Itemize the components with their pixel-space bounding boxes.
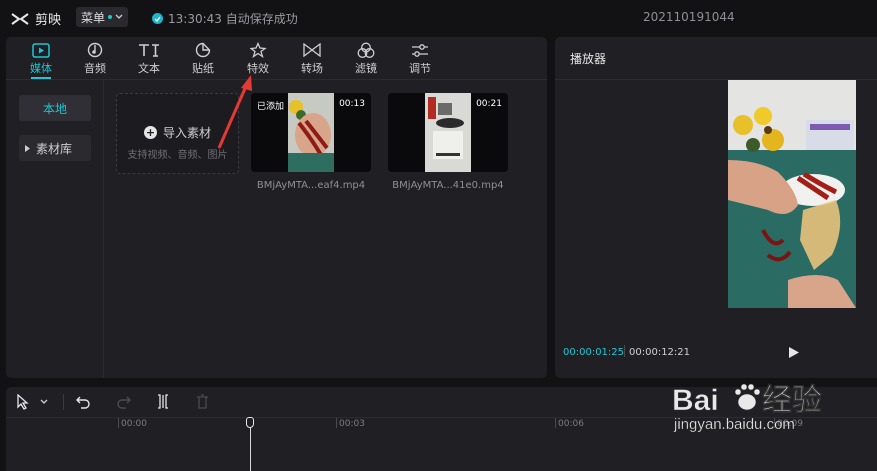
menu-button[interactable]: 菜单 (76, 7, 128, 27)
player-panel: 播放器 00:00:01:25 00:00:12:21 (555, 37, 877, 378)
media-icon (32, 42, 50, 58)
active-tab-indicator (31, 77, 51, 79)
audio-icon (87, 42, 103, 58)
tab-label: 文本 (138, 62, 160, 75)
ruler-tick (555, 418, 556, 428)
tab-adjust[interactable]: 调节 (396, 40, 444, 76)
tab-label: 媒体 (30, 62, 52, 75)
autosave-status: 13:30:43 自动保存成功 (152, 10, 298, 27)
tab-label: 转场 (301, 62, 323, 75)
material-toolbar: 媒体 音频 文本 贴纸 特效 转场 滤镜 调节 (6, 37, 547, 80)
text-icon (139, 44, 159, 57)
tab-effects[interactable]: 特效 (234, 40, 282, 76)
filter-icon (357, 42, 375, 58)
undo-icon[interactable] (76, 394, 91, 409)
plus-icon: + (143, 126, 157, 139)
project-name: 202110191044 (643, 10, 735, 24)
time-separator (624, 345, 625, 357)
media-panel: 媒体 音频 文本 贴纸 特效 转场 滤镜 调节 本地 素材库 + 导入素材 支持… (6, 37, 547, 378)
tab-filter[interactable]: 滤镜 (342, 40, 390, 76)
toolbar-divider (63, 394, 64, 410)
app-logo: 剪映 (10, 9, 61, 28)
chevron-down-icon (115, 14, 123, 19)
clip-filename: BMjAyMTA...eaf4.mp4 (256, 180, 366, 191)
sidebar-item-library[interactable]: 素材库 (19, 135, 91, 161)
current-time: 00:00:01:25 (563, 347, 625, 358)
sidebar-item-local[interactable]: 本地 (19, 95, 91, 121)
ruler-label: 00:06 (558, 419, 584, 429)
top-bar (0, 0, 877, 36)
tab-audio[interactable]: 音频 (71, 40, 119, 76)
ruler-label: 00:00 (121, 419, 147, 429)
delete-icon[interactable] (196, 394, 209, 409)
play-icon[interactable] (788, 346, 800, 359)
split-icon[interactable] (156, 394, 170, 409)
clip-duration: 00:13 (339, 99, 365, 109)
ruler-tick (118, 418, 119, 428)
tab-media[interactable]: 媒体 (17, 40, 65, 79)
baidu-paw-logo: Bai 经验 jingyan.baidu.com (672, 383, 823, 433)
caret-right-icon (25, 144, 30, 152)
media-clip[interactable]: 已添加 00:13 (251, 93, 371, 172)
tab-label: 调节 (409, 62, 431, 75)
menu-label: 菜单 (80, 10, 105, 25)
annotation-arrow (217, 75, 252, 149)
autosave-text: 13:30:43 自动保存成功 (168, 12, 298, 26)
transition-icon (303, 43, 321, 57)
app-name: 剪映 (35, 13, 62, 28)
clip-duration: 00:21 (476, 99, 502, 109)
total-time: 00:00:12:21 (629, 347, 691, 358)
player-title: 播放器 (570, 52, 607, 66)
ruler-label: 00:03 (339, 419, 365, 429)
svg-text:经验: 经验 (762, 383, 822, 417)
sidebar-item-label: 素材库 (36, 141, 73, 156)
notification-dot (108, 15, 112, 19)
playhead-handle[interactable] (246, 417, 254, 428)
sticker-icon (195, 42, 211, 58)
check-icon (152, 13, 163, 24)
clip-filename: BMjAyMTA...41e0.mp4 (392, 180, 504, 191)
video-preview[interactable] (728, 80, 856, 308)
added-badge: 已添加 (257, 102, 285, 112)
effects-icon (249, 42, 267, 58)
redo-icon[interactable] (116, 394, 131, 409)
sidebar-item-label: 本地 (42, 101, 67, 116)
media-sidebar: 本地 素材库 (6, 80, 104, 378)
svg-text:jingyan.baidu.com: jingyan.baidu.com (673, 416, 795, 432)
ruler-tick (336, 418, 337, 428)
capcut-logo-icon (11, 12, 29, 25)
select-cursor-icon[interactable] (16, 394, 30, 410)
svg-text:Bai: Bai (672, 384, 719, 417)
adjust-icon (412, 43, 428, 57)
media-clip[interactable]: 00:21 (388, 93, 508, 172)
tab-sticker[interactable]: 贴纸 (179, 40, 227, 76)
baidu-watermark: Bai 经验 jingyan.baidu.com (670, 376, 875, 435)
tab-text[interactable]: 文本 (125, 40, 173, 76)
import-label: 导入素材 (162, 126, 211, 140)
tab-label: 音频 (84, 62, 106, 75)
tab-label: 滤镜 (355, 62, 377, 75)
tab-transition[interactable]: 转场 (288, 40, 336, 76)
chevron-down-icon[interactable] (40, 399, 48, 405)
